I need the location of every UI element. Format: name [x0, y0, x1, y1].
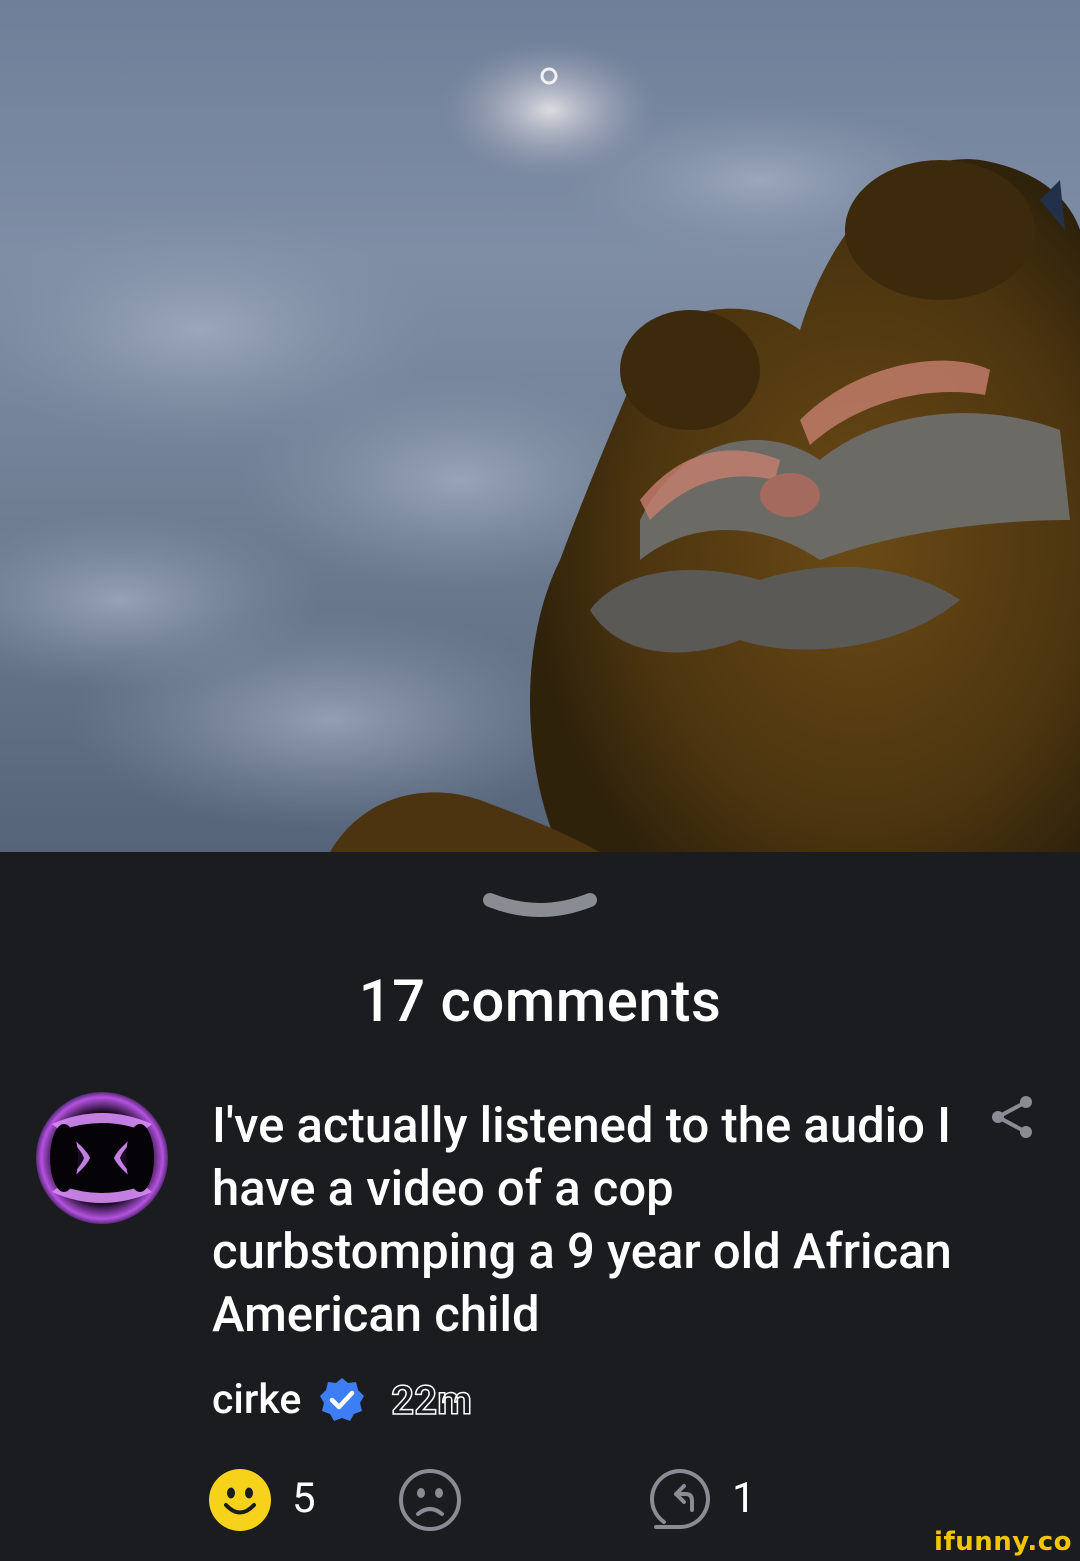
ifunny-watermark: ifunny.co	[934, 1527, 1072, 1557]
avatar[interactable]	[34, 1090, 170, 1226]
post-image[interactable]	[0, 0, 1080, 852]
reply-count: 1	[732, 1474, 756, 1523]
post-image-artwork	[0, 40, 1080, 852]
smile-count: 5	[292, 1474, 316, 1523]
comment-actions: 5 1	[0, 1466, 1080, 1536]
frown-icon[interactable]	[398, 1468, 462, 1532]
comment-text: I've actually listened to the audio I ha…	[212, 1097, 952, 1343]
share-icon[interactable]	[990, 1094, 1036, 1140]
reply-icon[interactable]	[648, 1466, 714, 1532]
smile-icon[interactable]	[208, 1468, 272, 1532]
comment-time: 22m	[391, 1376, 473, 1425]
comments-count-title: 17 comments	[358, 968, 722, 1036]
comment-meta: cirke 22m	[212, 1372, 473, 1428]
verified-badge-icon	[320, 1378, 365, 1421]
chevron-down-icon[interactable]	[480, 878, 600, 928]
username[interactable]: cirke	[212, 1376, 301, 1424]
